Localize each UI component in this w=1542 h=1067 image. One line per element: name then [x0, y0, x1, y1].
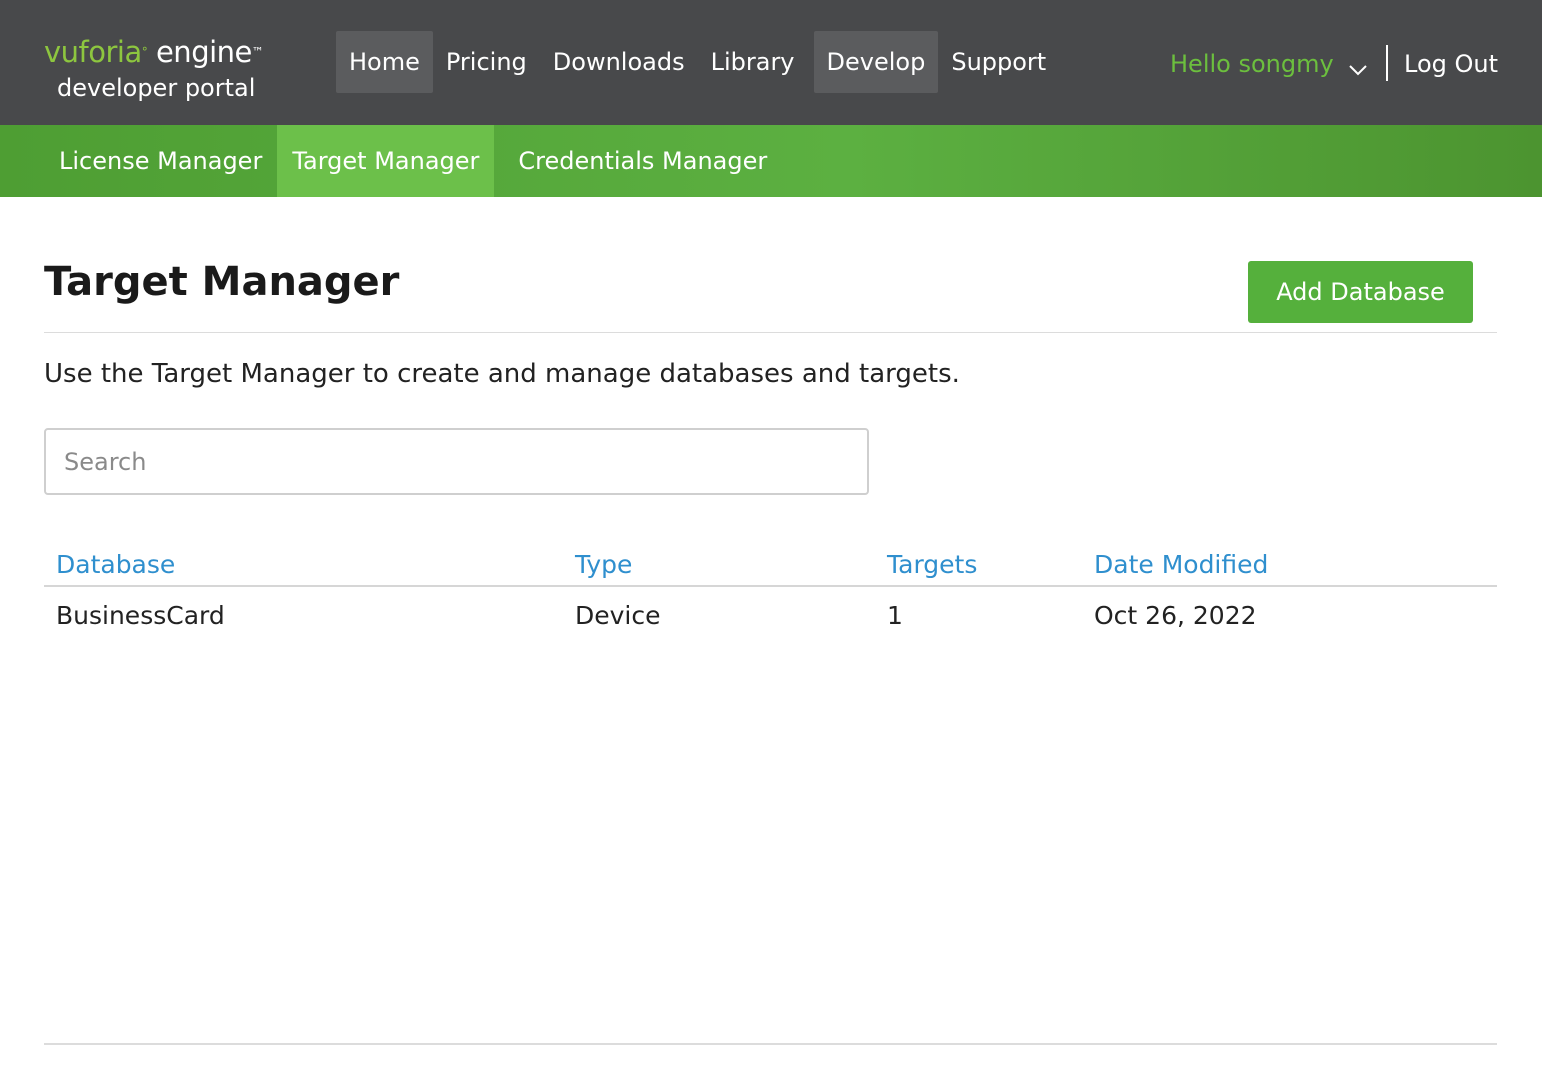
logout-link[interactable]: Log Out — [1404, 44, 1498, 84]
header-divider — [1386, 45, 1388, 81]
title-divider — [44, 332, 1497, 333]
footer-divider — [44, 1043, 1497, 1045]
cell-database[interactable]: BusinessCard — [56, 599, 225, 633]
page-title: Target Manager — [44, 259, 400, 305]
cell-targets: 1 — [887, 601, 903, 630]
table-header: Database Type Targets Date Modified — [44, 540, 1497, 587]
nav-item-support[interactable]: Support — [938, 31, 1059, 93]
tab-license-manager[interactable]: License Manager — [44, 125, 277, 197]
logo-wordmark: vuforia° engine™ — [44, 34, 264, 70]
nav-item-develop[interactable]: Develop — [813, 31, 939, 93]
cell-date-modified: Oct 26, 2022 — [1094, 601, 1257, 630]
logo-product: engine — [155, 35, 252, 69]
main-nav: Home Pricing Downloads Library Develop S… — [336, 31, 1059, 93]
column-header-targets[interactable]: Targets — [887, 548, 977, 582]
user-menu[interactable]: Hello songmy — [1170, 44, 1368, 84]
tab-credentials-manager[interactable]: Credentials Manager — [494, 125, 782, 197]
logo-dot: ° — [141, 45, 148, 59]
page-description: Use the Target Manager to create and man… — [44, 359, 960, 389]
nav-item-pricing[interactable]: Pricing — [433, 31, 540, 93]
top-header: vuforia° engine™ developer portal Home P… — [0, 0, 1542, 125]
nav-item-library[interactable]: Library — [698, 31, 808, 93]
nav-item-home[interactable]: Home — [336, 31, 433, 93]
tab-target-manager[interactable]: Target Manager — [277, 125, 495, 197]
sub-nav: License Manager Target Manager Credentia… — [0, 125, 1542, 197]
cell-type: Device — [575, 601, 661, 630]
vuforia-logo[interactable]: vuforia° engine™ developer portal — [44, 34, 284, 104]
table-row[interactable]: BusinessCard Device 1 Oct 26, 2022 — [44, 587, 1497, 645]
logo-brand: vuforia — [44, 35, 142, 69]
column-header-date-modified[interactable]: Date Modified — [1094, 548, 1268, 582]
search-input[interactable] — [44, 428, 869, 495]
logo-subtitle: developer portal — [57, 74, 256, 102]
logo-tm: ™ — [251, 45, 264, 59]
add-database-button[interactable]: Add Database — [1248, 261, 1473, 323]
database-table: Database Type Targets Date Modified Busi… — [44, 540, 1497, 645]
nav-item-downloads[interactable]: Downloads — [540, 31, 698, 93]
column-header-database[interactable]: Database — [56, 548, 175, 582]
chevron-down-icon — [1348, 61, 1368, 76]
column-header-type[interactable]: Type — [575, 548, 632, 582]
user-greeting: Hello songmy — [1170, 50, 1334, 78]
